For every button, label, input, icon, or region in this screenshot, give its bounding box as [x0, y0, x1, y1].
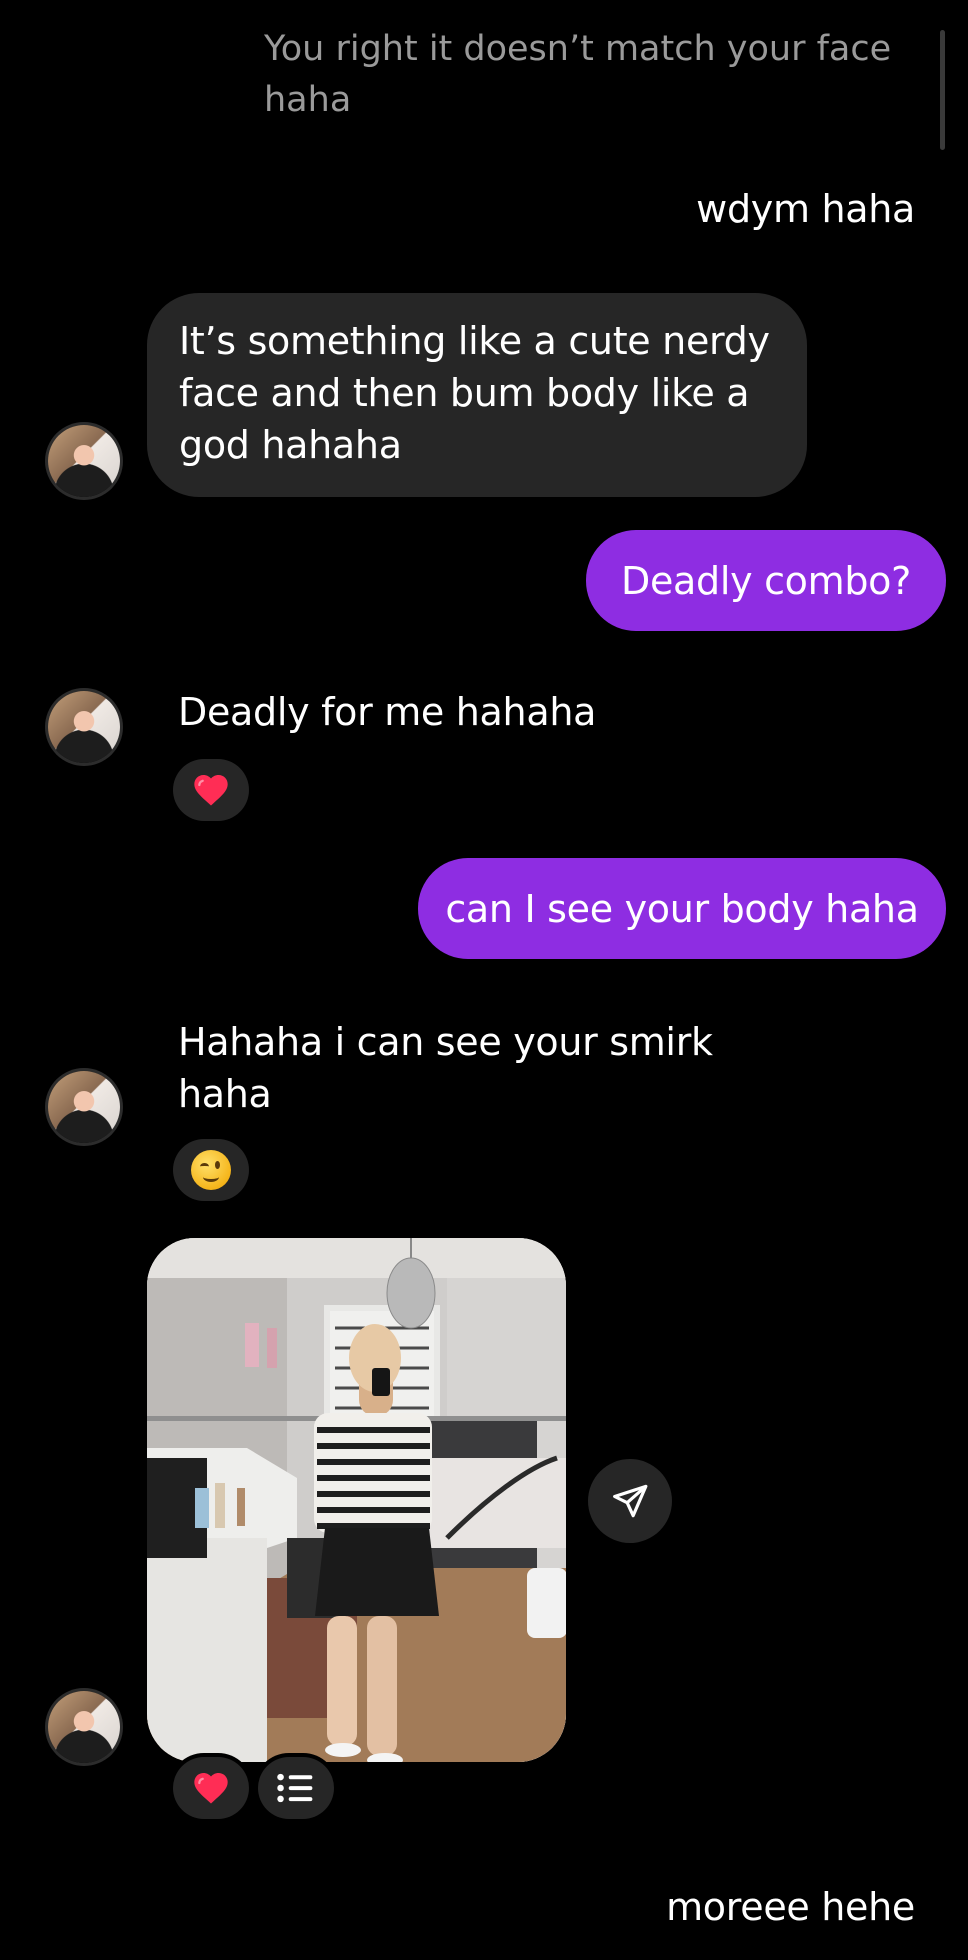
outgoing-message-text: can I see your body haha [445, 886, 919, 931]
outgoing-message-bubble[interactable]: Deadly combo? [586, 530, 946, 631]
quoted-message: You right it doesn’t match your face hah… [264, 29, 892, 120]
paper-plane-icon [613, 1484, 648, 1518]
outgoing-message-plain[interactable]: moreee hehe [666, 1881, 915, 1933]
incoming-message-plain[interactable]: Hahaha i can see your smirk haha [178, 1016, 738, 1120]
reaction-heart[interactable] [173, 759, 249, 821]
reaction-list[interactable] [258, 1757, 334, 1819]
list-icon [277, 1773, 313, 1803]
reaction-heart[interactable] [173, 1757, 249, 1819]
mirror-selfie-image [147, 1238, 566, 1762]
outgoing-message-plain[interactable]: wdym haha [696, 183, 915, 235]
contact-avatar[interactable] [48, 1071, 120, 1143]
heart-emoji-icon [194, 1773, 228, 1804]
outgoing-message-text: Deadly combo? [621, 558, 911, 603]
reaction-wink[interactable] [173, 1139, 249, 1201]
outgoing-message-bubble[interactable]: can I see your body haha [418, 858, 946, 959]
incoming-message-plain[interactable]: Deadly for me hahaha [178, 686, 596, 738]
heart-emoji-icon [194, 775, 228, 806]
incoming-message-bubble[interactable]: It’s something like a cute nerdy face an… [147, 293, 807, 497]
share-button[interactable] [588, 1459, 672, 1543]
photo-message[interactable] [147, 1238, 566, 1762]
winking-face-emoji-icon [191, 1150, 231, 1190]
contact-avatar[interactable] [48, 1691, 120, 1763]
contact-avatar[interactable] [48, 691, 120, 763]
incoming-message-text: It’s something like a cute nerdy face an… [179, 319, 770, 467]
scroll-indicator[interactable] [940, 30, 945, 150]
contact-avatar[interactable] [48, 425, 120, 497]
